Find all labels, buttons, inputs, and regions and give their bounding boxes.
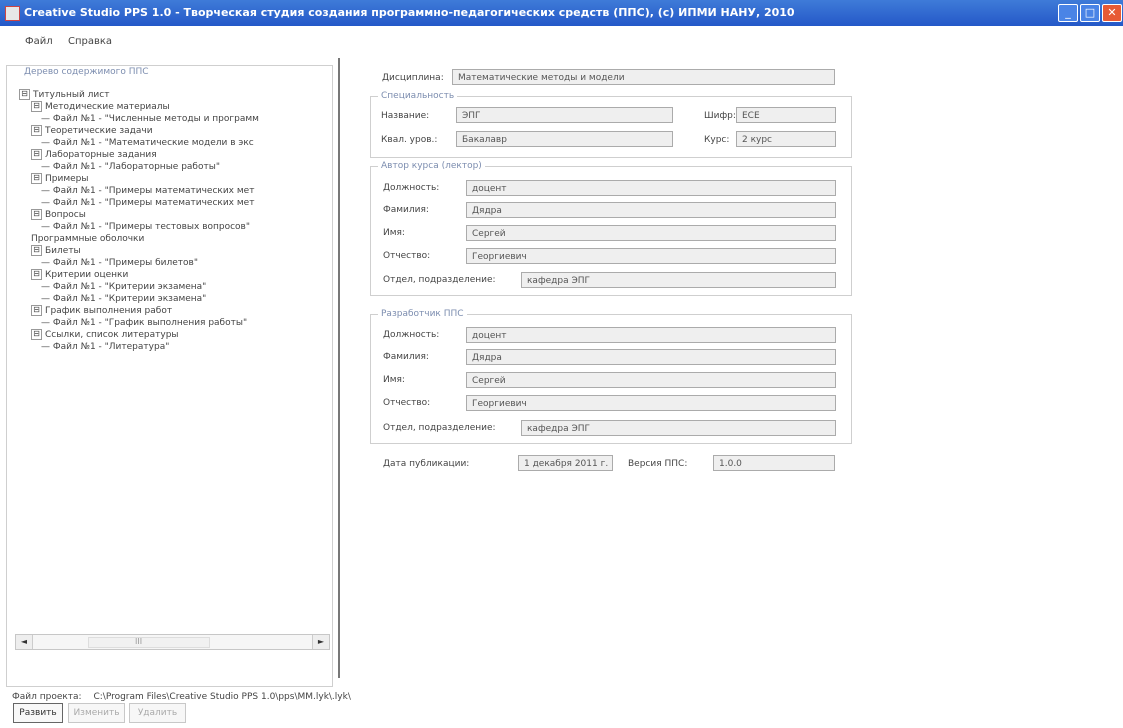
collapse-icon[interactable]: ⊟ (31, 329, 42, 340)
author-post-field[interactable]: доцент (466, 180, 836, 196)
tree-node[interactable]: ⊟ Вопросы (19, 209, 334, 221)
tree-leaf[interactable]: — Файл №1 - "Численные методы и программ (19, 113, 334, 125)
qualification-field[interactable]: Бакалавр (456, 131, 673, 147)
collapse-icon[interactable]: ⊟ (31, 269, 42, 280)
author-patronymic-field[interactable]: Георгиевич (466, 248, 836, 264)
tree-node[interactable]: ⊟ Критерии оценки (19, 269, 334, 281)
developer-surname-label: Фамилия: (383, 352, 429, 362)
speciality-group: Специальность Название: ЭПГ Шифр: ECE Кв… (370, 91, 852, 158)
tree-leaf[interactable]: — Файл №1 - "Примеры математических мет (19, 197, 334, 209)
tree-leaf[interactable]: — Файл №1 - "Критерии экзамена" (19, 281, 334, 293)
code-label: Шифр: (704, 111, 736, 121)
collapse-icon[interactable]: ⊟ (31, 149, 42, 160)
add-button[interactable]: Развить (13, 703, 63, 723)
course-properties-form: Дисциплина: Математические методы и моде… (355, 60, 855, 480)
maximize-button[interactable]: □ (1080, 4, 1100, 22)
scroll-thumb[interactable] (88, 637, 210, 648)
author-patronymic-label: Отчество: (383, 251, 431, 261)
horizontal-scrollbar[interactable]: ◄ III ► (15, 634, 330, 650)
tree-leaf[interactable]: — Файл №1 - "Критерии экзамена" (19, 293, 334, 305)
version-field[interactable]: 1.0.0 (713, 455, 835, 471)
publication-date-field[interactable]: 1 декабря 2011 г. (518, 455, 613, 471)
tree-panel-title: Дерево содержимого ППС (21, 67, 152, 77)
discipline-label: Дисциплина: (382, 73, 444, 83)
tree-node[interactable]: ⊟ Примеры (19, 173, 334, 185)
status-bar: Файл проекта: C:\Program Files\Creative … (12, 692, 351, 702)
author-post-label: Должность: (383, 183, 440, 193)
speciality-name-label: Название: (381, 111, 430, 121)
scroll-right-icon[interactable]: ► (312, 635, 329, 649)
developer-department-field[interactable]: кафедра ЭПГ (521, 420, 836, 436)
scroll-left-icon[interactable]: ◄ (16, 635, 33, 649)
developer-surname-field[interactable]: Дядра (466, 349, 836, 365)
tree-leaf[interactable]: — Файл №1 - "Примеры тестовых вопросов" (19, 221, 334, 233)
collapse-icon[interactable]: ⊟ (31, 173, 42, 184)
author-surname-label: Фамилия: (383, 205, 429, 215)
tree-node[interactable]: ⊟ Лабораторные задания (19, 149, 334, 161)
author-name-label: Имя: (383, 228, 405, 238)
scroll-grip-icon: III (135, 637, 143, 646)
menu-file[interactable]: Файл (25, 36, 53, 47)
tree-leaf[interactable]: — Файл №1 - "Литература" (19, 341, 334, 353)
tree-node[interactable]: ⊟ Теоретические задачи (19, 125, 334, 137)
tree-leaf[interactable]: — Файл №1 - "Лабораторные работы" (19, 161, 334, 173)
project-file-label: Файл проекта: (12, 692, 82, 702)
speciality-legend: Специальность (378, 91, 458, 101)
tree-leaf[interactable]: — Файл №1 - "Примеры математических мет (19, 185, 334, 197)
tree-node[interactable]: Программные оболочки (19, 233, 334, 245)
tree-leaf[interactable]: — Файл №1 - "Примеры билетов" (19, 257, 334, 269)
collapse-icon[interactable]: ⊟ (31, 209, 42, 220)
course-field[interactable]: 2 курс (736, 131, 836, 147)
collapse-icon[interactable]: ⊟ (31, 305, 42, 316)
tree-node[interactable]: ⊟ График выполнения работ (19, 305, 334, 317)
developer-legend: Разработчик ППС (378, 309, 467, 319)
developer-post-label: Должность: (383, 330, 440, 340)
content-tree-panel: Дерево содержимого ППС ⊟ Титульный лист ⊟… (6, 58, 333, 728)
developer-name-field[interactable]: Сергей (466, 372, 836, 388)
tree-leaf[interactable]: — Файл №1 - "График выполнения работы" (19, 317, 334, 329)
delete-button[interactable]: Удалить (129, 703, 186, 723)
tree-node[interactable]: ⊟ Билеты (19, 245, 334, 257)
window-title: Creative Studio PPS 1.0 - Творческая сту… (24, 6, 795, 19)
tree-frame: Дерево содержимого ППС ⊟ Титульный лист ⊟… (6, 65, 333, 687)
course-label: Курс: (704, 135, 730, 145)
publication-date-label: Дата публикации: (383, 459, 470, 469)
developer-group: Разработчик ППС Должность: доцент Фамили… (370, 309, 852, 444)
collapse-icon[interactable]: ⊟ (31, 245, 42, 256)
author-legend: Автор курса (лектор) (378, 161, 485, 171)
developer-patronymic-label: Отчество: (383, 398, 431, 408)
author-department-field[interactable]: кафедра ЭПГ (521, 272, 836, 288)
app-icon (5, 6, 20, 21)
author-surname-field[interactable]: Дядра (466, 202, 836, 218)
tree-leaf[interactable]: — Файл №1 - "Математические модели в экс (19, 137, 334, 149)
change-button[interactable]: Изменить (68, 703, 125, 723)
developer-name-label: Имя: (383, 375, 405, 385)
author-group: Автор курса (лектор) Должность: доцент Ф… (370, 161, 852, 296)
developer-department-label: Отдел, подразделение: (383, 423, 496, 433)
menu-help[interactable]: Справка (68, 36, 112, 47)
collapse-icon[interactable]: ⊟ (31, 125, 42, 136)
tree-node[interactable]: ⊟ Методические материалы (19, 101, 334, 113)
content-tree: ⊟ Титульный лист ⊟ Методические материалы … (19, 89, 334, 629)
author-name-field[interactable]: Сергей (466, 225, 836, 241)
code-field[interactable]: ECE (736, 107, 836, 123)
version-label: Версия ППС: (628, 459, 688, 469)
developer-patronymic-field[interactable]: Георгиевич (466, 395, 836, 411)
tree-node[interactable]: ⊟ Титульный лист (19, 89, 334, 101)
developer-post-field[interactable]: доцент (466, 327, 836, 343)
menu-bar: Файл Справка (0, 34, 1123, 52)
speciality-name-field[interactable]: ЭПГ (456, 107, 673, 123)
author-department-label: Отдел, подразделение: (383, 275, 496, 285)
minimize-button[interactable]: _ (1058, 4, 1078, 22)
collapse-icon[interactable]: ⊟ (31, 101, 42, 112)
panel-splitter[interactable] (338, 58, 340, 678)
collapse-icon[interactable]: ⊟ (19, 89, 30, 100)
tree-node[interactable]: ⊟ Ссылки, список литературы (19, 329, 334, 341)
qualification-label: Квал. уров.: (381, 135, 438, 145)
close-button[interactable]: ✕ (1102, 4, 1122, 22)
discipline-field[interactable]: Математические методы и модели (452, 69, 835, 85)
title-bar: Creative Studio PPS 1.0 - Творческая сту… (0, 0, 1123, 26)
project-file-path: C:\Program Files\Creative Studio PPS 1.0… (93, 692, 351, 702)
